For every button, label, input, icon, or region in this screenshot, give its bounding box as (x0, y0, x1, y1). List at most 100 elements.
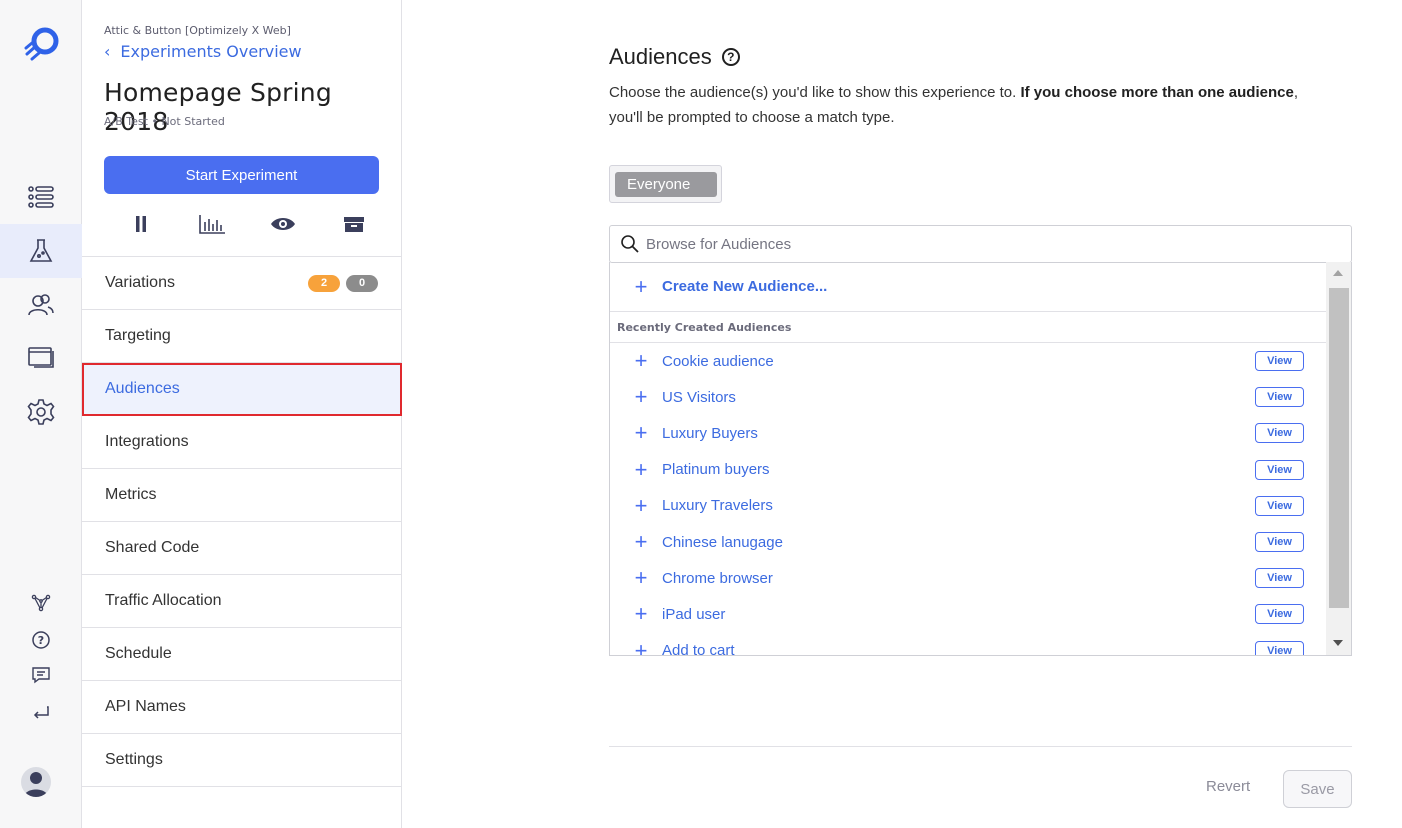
page-title: Audiences ? (609, 44, 740, 70)
create-new-audience-button[interactable]: + Create New Audience... (610, 262, 1328, 312)
help-icon[interactable]: ? (0, 626, 82, 654)
menu-item-traffic-allocation[interactable]: Traffic Allocation (82, 575, 402, 628)
experiment-type: A/B Test (104, 115, 148, 128)
menu-item-schedule[interactable]: Schedule (82, 628, 402, 681)
plus-icon: + (634, 637, 648, 656)
menu-item-variations[interactable]: Variations 2 0 (82, 257, 402, 310)
audience-row[interactable]: + US Visitors View (610, 379, 1328, 415)
menu-item-audiences[interactable]: Audiences (82, 363, 402, 416)
plus-icon: + (634, 420, 648, 446)
audience-name: Luxury Buyers (662, 424, 758, 442)
audience-name: Cookie audience (662, 352, 774, 370)
rocket-logo-icon[interactable] (22, 26, 60, 64)
menu-item-label: Traffic Allocation (105, 592, 222, 609)
variation-badges: 2 0 (308, 274, 378, 292)
audience-row[interactable]: + Luxury Travelers View (610, 488, 1328, 524)
audience-name: US Visitors (662, 388, 736, 406)
view-button[interactable]: View (1255, 387, 1304, 408)
audience-row[interactable]: + Platinum buyers View (610, 452, 1328, 488)
preview-eye-icon[interactable] (268, 208, 298, 240)
page-title-text: Audiences (609, 44, 712, 69)
audience-dropdown: + Create New Audience... Recently Create… (609, 262, 1352, 656)
audience-row[interactable]: + Chrome browser View (610, 560, 1328, 596)
menu-item-metrics[interactable]: Metrics (82, 469, 402, 522)
audience-name: Chinese lanugage (662, 533, 783, 551)
start-experiment-button[interactable]: Start Experiment (104, 156, 379, 194)
paused-count-badge: 0 (346, 274, 378, 292)
view-button[interactable]: View (1255, 532, 1304, 553)
plus-icon: + (634, 492, 648, 518)
plus-icon: + (634, 601, 648, 627)
meta-separator: • (151, 115, 162, 128)
flask-icon[interactable] (0, 224, 82, 278)
menu-item-label: Integrations (105, 433, 189, 450)
audiences-description: Choose the audience(s) you'd like to sho… (609, 80, 1309, 130)
create-label: Create New Audience... (662, 278, 828, 295)
pause-icon[interactable] (126, 208, 156, 240)
pages-icon[interactable] (0, 330, 82, 384)
menu-item-integrations[interactable]: Integrations (82, 416, 402, 469)
audience-name: Add to cart (662, 642, 735, 656)
variation-count-badge: 2 (308, 274, 340, 292)
menu-item-label: Shared Code (105, 539, 200, 556)
menu-item-label: Settings (105, 751, 163, 768)
experiment-menu: Variations 2 0 Targeting Audiences Integ… (82, 256, 402, 787)
audience-row[interactable]: + iPad user View (610, 596, 1328, 632)
plus-icon: + (634, 456, 648, 482)
menu-item-settings[interactable]: Settings (82, 734, 402, 787)
audience-name: Platinum buyers (662, 461, 770, 479)
menu-item-shared-code[interactable]: Shared Code (82, 522, 402, 575)
view-button[interactable]: View (1255, 495, 1304, 516)
menu-item-label: Audiences (105, 380, 180, 397)
audience-name: iPad user (662, 605, 726, 623)
audience-row[interactable]: + Chinese lanugage View (610, 524, 1328, 560)
project-name: Attic & Button [Optimizely X Web] (104, 24, 291, 37)
return-icon[interactable] (0, 698, 82, 726)
nodes-icon[interactable] (0, 589, 82, 617)
user-avatar-icon[interactable] (21, 767, 51, 797)
audience-row[interactable]: + Add to cart View (610, 633, 1328, 656)
gear-icon[interactable] (0, 385, 82, 439)
description-bold: If you choose more than one audience (1020, 84, 1294, 101)
audience-search[interactable] (609, 225, 1352, 263)
audiences-icon[interactable] (0, 278, 82, 332)
audience-chip-everyone[interactable]: Everyone (615, 172, 717, 197)
plus-icon: + (634, 565, 648, 591)
scrollbar-thumb[interactable] (1329, 288, 1349, 608)
list-icon[interactable] (0, 170, 82, 224)
view-button[interactable]: View (1255, 568, 1304, 589)
svg-text:?: ? (38, 634, 44, 647)
archive-icon[interactable] (339, 208, 369, 240)
audience-name: Luxury Travelers (662, 497, 773, 515)
view-button[interactable]: View (1255, 459, 1304, 480)
experiment-status: Not Started (161, 115, 225, 128)
audience-list: + Create New Audience... Recently Create… (610, 262, 1328, 656)
audience-row[interactable]: + Cookie audience View (610, 343, 1328, 379)
menu-item-api-names[interactable]: API Names (82, 681, 402, 734)
experiment-meta: A/B Test • Not Started (104, 115, 225, 128)
experiment-actions (104, 208, 379, 240)
feedback-icon[interactable] (0, 661, 82, 689)
plus-icon: + (634, 273, 648, 299)
audience-row[interactable]: + Luxury Buyers View (610, 415, 1328, 451)
scroll-down-arrow-icon[interactable] (1333, 640, 1343, 646)
view-button[interactable]: View (1255, 423, 1304, 444)
plus-icon: + (634, 384, 648, 410)
audience-name: Chrome browser (662, 569, 773, 587)
experiments-overview-link[interactable]: ‹ Experiments Overview (104, 42, 302, 61)
search-input[interactable] (646, 235, 1326, 253)
revert-button[interactable]: Revert (1206, 778, 1250, 795)
menu-item-label: Metrics (105, 486, 157, 503)
search-icon (621, 235, 639, 253)
results-chart-icon[interactable] (197, 208, 227, 240)
save-button[interactable]: Save (1283, 770, 1352, 808)
description-text: Choose the audience(s) you'd like to sho… (609, 84, 1021, 101)
view-button[interactable]: View (1255, 604, 1304, 625)
scroll-up-arrow-icon[interactable] (1333, 270, 1343, 276)
menu-item-targeting[interactable]: Targeting (82, 310, 402, 363)
view-button[interactable]: View (1255, 640, 1304, 655)
help-circle-icon[interactable]: ? (721, 48, 740, 66)
dropdown-scrollbar[interactable] (1326, 262, 1351, 655)
view-button[interactable]: View (1255, 351, 1304, 372)
chevron-left-icon: ‹ (104, 42, 111, 61)
